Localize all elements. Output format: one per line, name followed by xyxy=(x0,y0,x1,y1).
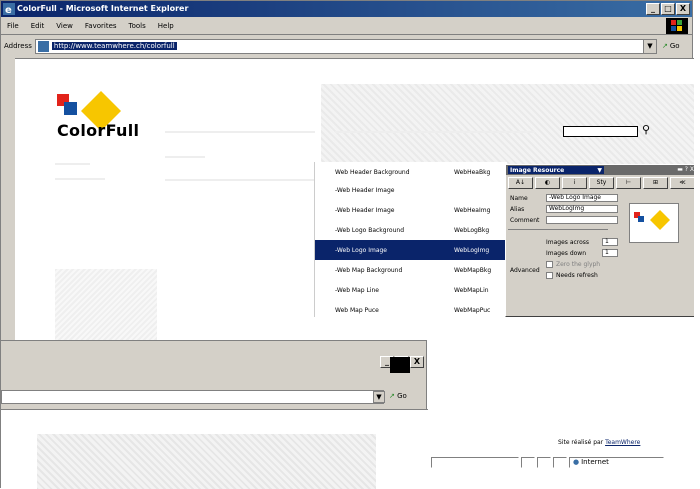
advanced-label: Advanced xyxy=(510,267,540,274)
address-dropdown-button[interactable]: ▼ xyxy=(643,39,656,53)
close-button[interactable]: X xyxy=(676,3,690,15)
alias-field[interactable]: WebLogImg xyxy=(546,205,618,213)
list-item[interactable]: -Web Logo Background WebLogBkg xyxy=(315,220,508,240)
zero-glyph-label: Zero the glyph xyxy=(556,261,601,268)
list-item[interactable]: -Web Header Image xyxy=(315,180,508,200)
zero-glyph-checkbox[interactable] xyxy=(546,261,553,268)
page-icon xyxy=(37,40,49,52)
property-panel: Image Resource ▼ ▬ ? X A↓ ◐ i Sty ⊢ ⊞ ≪ … xyxy=(505,164,694,317)
images-down-field[interactable]: 1 xyxy=(602,249,618,257)
address-url: http://www.teamwhere.ch/colorfull xyxy=(51,42,177,50)
comment-label: Comment xyxy=(510,217,540,224)
dropdown-arrow-icon: ▼ xyxy=(597,167,602,174)
style-button[interactable]: Sty xyxy=(589,177,614,189)
needs-refresh-checkbox[interactable] xyxy=(546,272,553,279)
faint-nav-1 xyxy=(165,131,315,133)
images-across-label: Images across xyxy=(546,239,590,246)
list-item[interactable]: -Web Header Image WebHeaImg xyxy=(315,200,508,220)
faint-menu-3 xyxy=(165,156,205,158)
zone-label: Internet xyxy=(581,458,609,466)
faint-menu-1 xyxy=(55,163,90,165)
window-title: ColorFull - Microsoft Internet Explorer xyxy=(17,4,189,13)
status-cell xyxy=(521,456,535,468)
logo-preview-icon xyxy=(634,210,670,230)
search-input[interactable] xyxy=(563,126,638,137)
panel-controls[interactable]: ▬ ? X xyxy=(677,165,694,175)
alias-label: Alias xyxy=(510,206,525,213)
list-item[interactable]: -Web Map Line WebMapLin xyxy=(315,280,508,300)
go-arrow-icon: ↗ xyxy=(389,392,395,400)
grid-button[interactable]: ⊞ xyxy=(643,177,668,189)
site-credit: Site réalisé par TeamWhere xyxy=(558,439,640,446)
separator xyxy=(508,229,608,230)
faint-menu-4 xyxy=(165,179,315,181)
collapse-button[interactable]: ≪ xyxy=(670,177,694,189)
go-label: Go xyxy=(669,42,680,50)
windows-logo-icon xyxy=(390,357,410,373)
maximize-button[interactable]: □ xyxy=(661,3,675,15)
comment-field[interactable] xyxy=(546,216,618,224)
page-viewport xyxy=(1,409,428,489)
title-bar[interactable]: e ColorFull - Microsoft Internet Explore… xyxy=(1,1,692,17)
svg-text:e: e xyxy=(5,5,12,15)
needs-refresh-label: Needs refresh xyxy=(556,272,598,279)
go-label: Go xyxy=(397,392,407,400)
faint-menu-2 xyxy=(55,178,105,180)
credit-link[interactable]: TeamWhere xyxy=(605,439,640,446)
menu-view[interactable]: View xyxy=(56,22,73,30)
sort-alpha-button[interactable]: A↓ xyxy=(508,177,533,189)
menu-edit[interactable]: Edit xyxy=(31,22,45,30)
list-item[interactable]: Web Header Background WebHeaBkg xyxy=(315,162,508,182)
brand-name: ColorFull xyxy=(57,121,140,140)
address-bar: ▼ ↗ Go xyxy=(1,386,428,406)
category-button[interactable]: ◐ xyxy=(535,177,560,189)
faint-nav-2 xyxy=(335,131,535,133)
credit-text: Site réalisé par xyxy=(558,439,604,446)
images-down-label: Images down xyxy=(546,250,587,257)
status-cell xyxy=(553,456,567,468)
list-item-selected[interactable]: -Web Logo Image WebLogImg xyxy=(315,240,508,260)
go-arrow-icon: ↗ xyxy=(662,42,668,50)
resource-list: Web Header Background WebHeaBkg -Web Hea… xyxy=(314,162,508,320)
globe-icon: ● xyxy=(573,458,580,466)
panel-toolbar: A↓ ◐ i Sty ⊢ ⊞ ≪ xyxy=(508,177,694,189)
menu-favorites[interactable]: Favorites xyxy=(85,22,117,30)
status-cell xyxy=(537,456,551,468)
header-image xyxy=(37,434,376,489)
menu-bar: File Edit View Favorites Tools Help xyxy=(1,17,692,35)
search-icon[interactable]: ⚲ xyxy=(642,123,650,136)
status-cell xyxy=(431,456,519,468)
property-panel-titlebar[interactable]: Image Resource ▼ ▬ ? X xyxy=(506,165,694,175)
minimize-button[interactable]: _ xyxy=(646,3,660,15)
second-browser-window: _ □ X ▼ ↗ Go xyxy=(0,340,428,489)
address-input[interactable]: http://www.teamwhere.ch/colorfull ▼ xyxy=(34,38,657,54)
zone-cell: ● Internet xyxy=(569,456,664,468)
address-label: Address xyxy=(4,42,32,50)
menu-help[interactable]: Help xyxy=(158,22,174,30)
address-input[interactable] xyxy=(1,390,384,404)
info-button[interactable]: i xyxy=(562,177,587,189)
address-bar: Address http://www.teamwhere.ch/colorful… xyxy=(1,36,692,56)
align-button[interactable]: ⊢ xyxy=(616,177,641,189)
name-field[interactable]: -Web Logo Image xyxy=(546,194,618,202)
images-across-field[interactable]: 1 xyxy=(602,238,618,246)
address-dropdown-button[interactable]: ▼ xyxy=(373,391,385,403)
resource-type-dropdown[interactable]: Image Resource ▼ xyxy=(508,166,604,174)
go-button[interactable]: ↗ Go xyxy=(662,42,692,50)
image-preview xyxy=(629,203,679,243)
close-button[interactable]: X xyxy=(410,356,424,368)
windows-logo-icon xyxy=(666,18,688,34)
name-label: Name xyxy=(510,195,528,202)
menu-file[interactable]: File xyxy=(7,22,19,30)
list-item[interactable]: Web Map Puce WebMapPuc xyxy=(315,300,508,320)
menu-tools[interactable]: Tools xyxy=(129,22,146,30)
list-item[interactable]: -Web Map Background WebMapBkg xyxy=(315,260,508,280)
go-button[interactable]: ↗ Go xyxy=(389,392,407,400)
ie-icon: e xyxy=(3,3,15,15)
